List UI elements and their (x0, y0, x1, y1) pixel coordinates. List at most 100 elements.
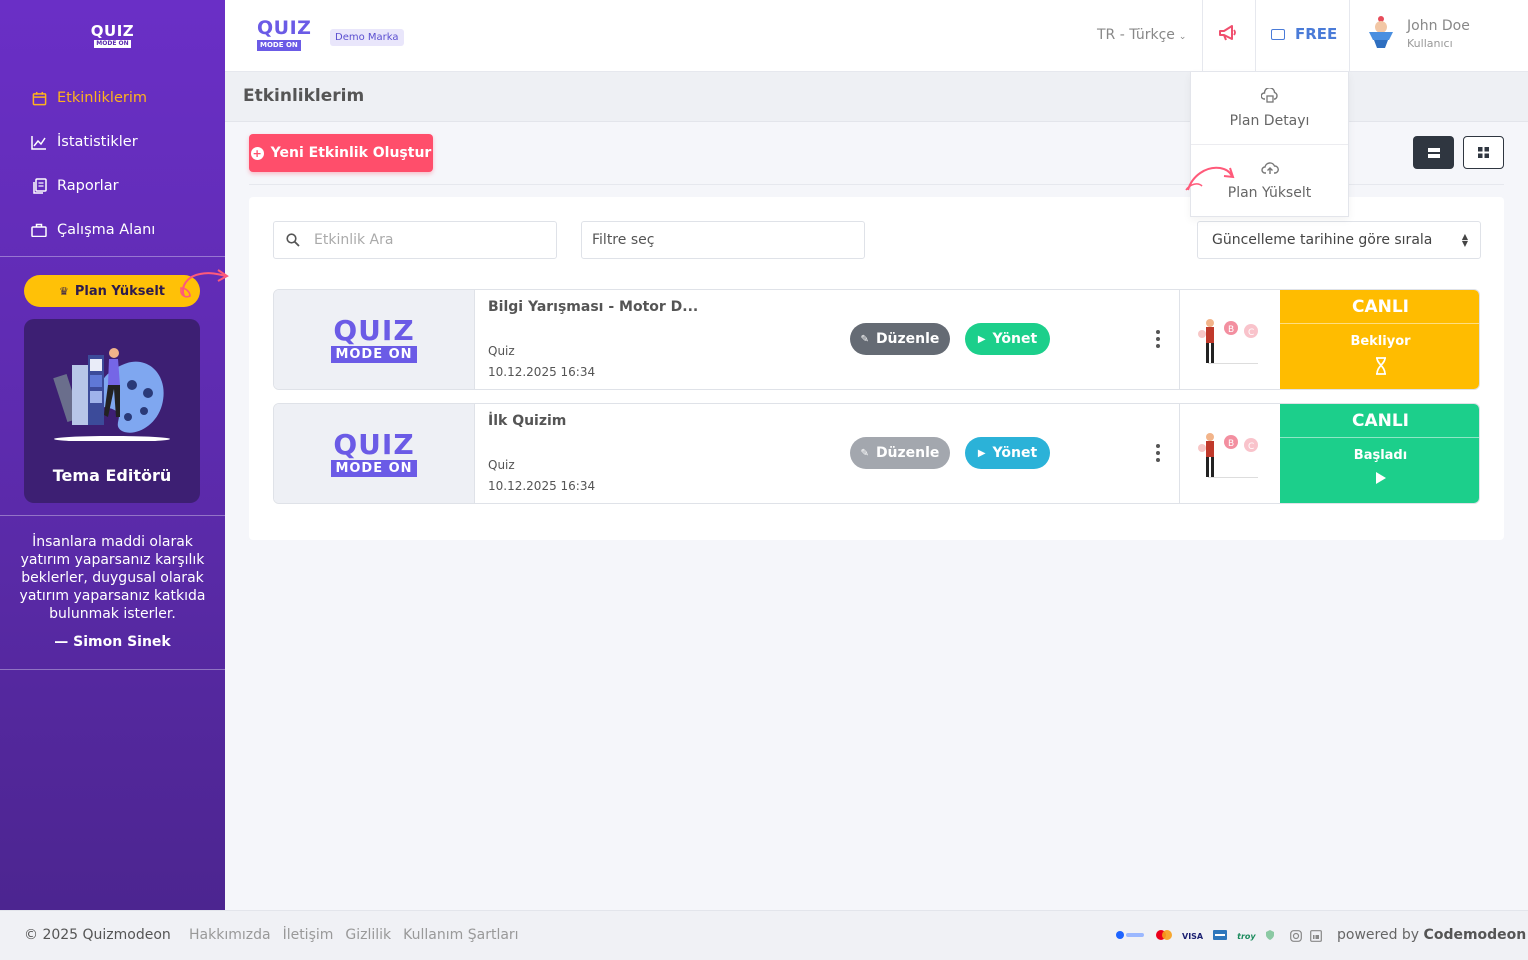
edit-label: Düzenle (875, 445, 940, 461)
briefcase-icon (30, 221, 48, 239)
iyzico-icon (1116, 930, 1146, 942)
svg-text:C: C (1248, 328, 1254, 338)
sidebar-item-label: Etkinliklerim (57, 90, 147, 106)
edit-button[interactable]: ✎ Düzenle (850, 437, 950, 469)
header-logo[interactable]: QUIZ MODE ON (257, 19, 311, 51)
sidebar-item-etkinliklerim[interactable]: Etkinliklerim (0, 76, 225, 120)
edit-button[interactable]: ✎ Düzenle (850, 323, 950, 355)
plus-circle-icon: + (250, 146, 264, 160)
sidebar-divider (0, 256, 225, 257)
logo-subtext: MODE ON (331, 345, 417, 363)
manage-label: Yönet (992, 331, 1038, 347)
language-selector[interactable]: TR - Türkçe ⌄ (1097, 27, 1186, 43)
sort-select[interactable]: Güncelleme tarihine göre sırala ▲ ▼ (1197, 221, 1481, 259)
powered-by[interactable]: powered by Codemodeon (1337, 927, 1526, 943)
powered-prefix: powered by (1337, 927, 1420, 943)
footer-link-privacy[interactable]: Gizlilik (345, 927, 391, 943)
secure-badge-icon (1265, 930, 1274, 942)
filter-input[interactable] (592, 232, 792, 248)
quiz-illustration: B C (1179, 290, 1279, 389)
mastercard-icon (1156, 930, 1172, 942)
sidebar-item-raporlar[interactable]: Raporlar (0, 164, 225, 208)
play-icon (1280, 471, 1479, 485)
logo-text: QUIZ (333, 427, 415, 461)
event-thumbnail[interactable]: QUIZ MODE ON (274, 290, 475, 389)
logo-text: QUIZ (257, 17, 312, 39)
theme-card-title: Tema Editörü (52, 466, 172, 485)
svg-text:B: B (1228, 325, 1234, 335)
sidebar-nav: Etkinliklerim İstatistikler Raporlar Çal… (0, 72, 225, 252)
svg-text:B: B (1228, 439, 1234, 449)
new-event-button[interactable]: + Yeni Etkinlik Oluştur (249, 134, 433, 172)
sort-arrows-icon: ▲ ▼ (1461, 232, 1468, 248)
sidebar-item-istatistikler[interactable]: İstatistikler (0, 120, 225, 164)
footer-link-about[interactable]: Hakkımızda (189, 927, 271, 943)
event-date: 10.12.2025 16:34 (488, 365, 596, 379)
logo-subtext: MODE ON (94, 40, 131, 48)
list-view-button[interactable] (1413, 136, 1454, 169)
sidebar-divider (0, 515, 225, 516)
more-options-icon[interactable] (1156, 330, 1160, 348)
sidebar-divider (0, 669, 225, 670)
plan-upgrade-button[interactable]: ♛ Plan Yükselt (24, 275, 200, 307)
cloud-print-icon (1260, 86, 1279, 107)
search-input[interactable] (314, 232, 514, 248)
brand-badge[interactable]: Demo Marka (330, 29, 404, 46)
copyright: © 2025 Quizmodeon (24, 927, 171, 943)
sidebar-item-calisma-alani[interactable]: Çalışma Alanı (0, 208, 225, 252)
header-divider (1349, 0, 1350, 72)
pencil-icon: ✎ (860, 333, 869, 345)
instagram-icon[interactable] (1290, 930, 1302, 945)
quote-author: — Simon Sinek (54, 634, 171, 650)
curved-arrow-icon (1185, 166, 1235, 191)
footer-link-terms[interactable]: Kullanım Şartları (403, 927, 518, 943)
event-thumbnail[interactable]: QUIZ MODE ON (274, 404, 475, 503)
event-row[interactable]: QUIZ MODE ON Bilgi Yarışması - Motor D..… (273, 289, 1480, 390)
manage-button[interactable]: ▶ Yönet (965, 323, 1050, 355)
hourglass-icon (1280, 357, 1479, 375)
footer-link-contact[interactable]: İletişim (283, 927, 334, 943)
event-status-started[interactable]: CANLI Başladı (1280, 404, 1479, 503)
user-name[interactable]: John Doe (1407, 18, 1470, 34)
event-row[interactable]: QUIZ MODE ON İlk Quizim Quiz 10.12.2025 … (273, 403, 1480, 504)
search-icon (286, 233, 300, 247)
visa-icon: VISA (1182, 931, 1204, 941)
cloud-upload-icon (1260, 161, 1279, 179)
crown-icon: ♛ (58, 284, 69, 298)
event-type: Quiz (488, 458, 515, 472)
grid-view-button[interactable] (1463, 136, 1504, 169)
megaphone-icon[interactable] (1218, 24, 1238, 47)
plan-indicator[interactable]: FREE (1271, 25, 1337, 43)
play-icon: ▶ (977, 447, 986, 459)
event-status-waiting[interactable]: CANLI Bekliyor (1280, 290, 1479, 389)
menu-item-plan-detail[interactable]: Plan Detayı (1191, 72, 1348, 144)
amex-icon (1213, 930, 1228, 942)
manage-button[interactable]: ▶ Yönet (965, 437, 1050, 469)
theme-editor-card[interactable]: Tema Editörü (24, 319, 200, 503)
sidebar-item-label: İstatistikler (57, 134, 138, 150)
sidebar-logo[interactable]: QUIZ MODE ON (0, 0, 225, 72)
event-title: İlk Quizim (488, 413, 567, 429)
search-field[interactable] (273, 221, 557, 259)
avatar[interactable] (1365, 14, 1397, 50)
grid-icon (1478, 147, 1489, 158)
linkedin-icon[interactable] (1310, 930, 1322, 945)
logo-subtext: MODE ON (331, 459, 417, 477)
logo-text: QUIZ (333, 313, 415, 347)
user-role: Kullanıcı (1407, 37, 1453, 50)
quiz-person-icon: B C (1198, 433, 1258, 478)
social-links (1290, 930, 1322, 945)
menu-item-label: Plan Yükselt (1227, 184, 1312, 201)
footer-links: Hakkımızda İletişim Gizlilik Kullanım Şa… (189, 927, 519, 943)
quiz-illustration: B C (1179, 404, 1279, 503)
sidebar: QUIZ MODE ON Etkinliklerim İstatistikler… (0, 0, 229, 910)
more-options-icon[interactable] (1156, 444, 1160, 462)
file-copy-icon (30, 177, 48, 195)
chart-line-icon (30, 133, 48, 151)
id-card-icon (1271, 28, 1285, 40)
top-bar: QUIZ MODE ON Demo Marka TR - Türkçe ⌄ FRE… (225, 0, 1528, 72)
sort-label: Güncelleme tarihine göre sırala (1212, 232, 1433, 248)
filter-field[interactable] (581, 221, 865, 259)
troy-icon: troy (1237, 931, 1256, 941)
plan-label: FREE (1295, 25, 1338, 43)
